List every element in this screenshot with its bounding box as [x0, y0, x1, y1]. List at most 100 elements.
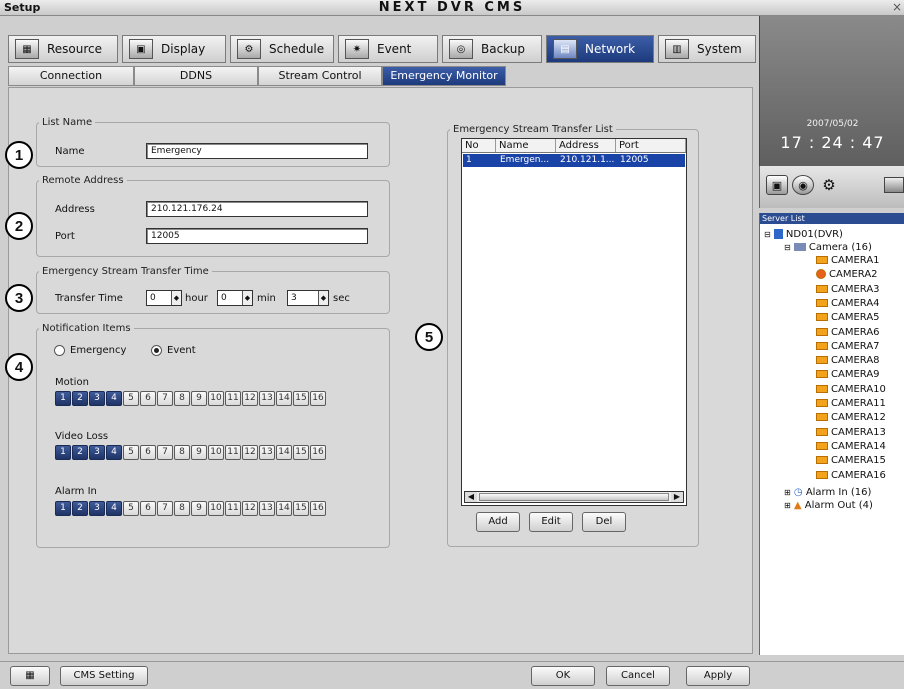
channel-button[interactable]: 11 [225, 445, 241, 460]
channel-button[interactable]: 2 [72, 391, 88, 406]
channel-button[interactable]: 3 [89, 501, 105, 516]
cancel-button[interactable]: Cancel [606, 666, 670, 686]
subtab-ddns[interactable]: DDNS [134, 66, 258, 86]
channel-button[interactable]: 9 [191, 391, 207, 406]
tree-camera-item[interactable]: CAMERA3 [816, 284, 880, 295]
transfer-list-view[interactable]: No Name Address Port 1 Emergen... 210.12… [461, 138, 687, 506]
channel-button[interactable]: 4 [106, 445, 122, 460]
channel-button[interactable]: 5 [123, 391, 139, 406]
second-stepper[interactable]: 3 ◆ [287, 290, 329, 306]
tree-camera-item[interactable]: CAMERA9 [816, 369, 880, 380]
channel-button[interactable]: 1 [55, 501, 71, 516]
channel-button[interactable]: 5 [123, 445, 139, 460]
channel-button[interactable]: 7 [157, 445, 173, 460]
tree-camera-item[interactable]: CAMERA8 [816, 355, 880, 366]
tree-camera-item[interactable]: CAMERA7 [816, 341, 880, 352]
hour-stepper[interactable]: 0 ◆ [146, 290, 182, 306]
channel-button[interactable]: 7 [157, 391, 173, 406]
channel-button[interactable]: 2 [72, 501, 88, 516]
channel-button[interactable]: 5 [123, 501, 139, 516]
col-port[interactable]: Port [616, 139, 686, 152]
channel-button[interactable]: 6 [140, 445, 156, 460]
minute-stepper[interactable]: 0 ◆ [217, 290, 253, 306]
channel-button[interactable]: 7 [157, 501, 173, 516]
channel-button[interactable]: 8 [174, 391, 190, 406]
channel-button[interactable]: 12 [242, 445, 258, 460]
channel-button[interactable]: 4 [106, 501, 122, 516]
tree-camera-item[interactable]: CAMERA13 [816, 427, 886, 438]
channel-button[interactable]: 12 [242, 501, 258, 516]
channel-button[interactable]: 6 [140, 391, 156, 406]
subtab-stream-control[interactable]: Stream Control [258, 66, 382, 86]
search-icon[interactable]: ◉ [792, 175, 814, 195]
channel-button[interactable]: 2 [72, 445, 88, 460]
stepper-arrow-icon[interactable]: ◆ [171, 291, 181, 305]
address-field[interactable]: 210.121.176.24 [146, 201, 368, 217]
scroll-right-icon[interactable]: ▶ [671, 492, 683, 502]
channel-button[interactable]: 3 [89, 391, 105, 406]
channel-button[interactable]: 10 [208, 445, 224, 460]
tree-alarm-in[interactable]: ⊞ ◷ Alarm In (16) [784, 487, 871, 498]
channel-button[interactable]: 15 [293, 391, 309, 406]
channel-button[interactable]: 15 [293, 445, 309, 460]
tree-camera-item[interactable]: CAMERA10 [816, 384, 886, 395]
channel-button[interactable]: 13 [259, 391, 275, 406]
channel-button[interactable]: 8 [174, 501, 190, 516]
close-icon[interactable]: × [892, 0, 902, 14]
edit-button[interactable]: Edit [529, 512, 573, 532]
channel-button[interactable]: 16 [310, 445, 326, 460]
channel-button[interactable]: 9 [191, 501, 207, 516]
tree-server-node[interactable]: ⊟ ND01(DVR) [764, 229, 843, 240]
radio-emergency[interactable] [54, 345, 65, 356]
channel-button[interactable]: 4 [106, 391, 122, 406]
scroll-left-icon[interactable]: ◀ [465, 492, 477, 502]
tree-camera-item[interactable]: CAMERA1 [816, 255, 880, 266]
panel-icon[interactable] [884, 177, 904, 193]
tree-camera-item[interactable]: CAMERA6 [816, 327, 880, 338]
tree-camera-group[interactable]: ⊟ Camera (16) [784, 242, 872, 253]
keyboard-icon[interactable]: ▦ [10, 666, 50, 686]
tree-camera-item[interactable]: CAMERA12 [816, 412, 886, 423]
channel-button[interactable]: 11 [225, 391, 241, 406]
channel-button[interactable]: 14 [276, 391, 292, 406]
channel-button[interactable]: 6 [140, 501, 156, 516]
channel-button[interactable]: 11 [225, 501, 241, 516]
name-field[interactable]: Emergency [146, 143, 368, 159]
settings-icon[interactable]: ⚙ [818, 175, 840, 195]
subtab-connection[interactable]: Connection [8, 66, 134, 86]
col-no[interactable]: No [462, 139, 496, 152]
monitor-icon[interactable]: ▣ [766, 175, 788, 195]
channel-button[interactable]: 10 [208, 501, 224, 516]
col-name[interactable]: Name [496, 139, 556, 152]
channel-button[interactable]: 1 [55, 445, 71, 460]
channel-button[interactable]: 16 [310, 501, 326, 516]
col-address[interactable]: Address [556, 139, 616, 152]
tree-camera-item[interactable]: CAMERA14 [816, 441, 886, 452]
tab-system[interactable]: ▥ System [658, 35, 756, 63]
channel-button[interactable]: 15 [293, 501, 309, 516]
tab-resource[interactable]: ▦ Resource [8, 35, 118, 63]
channel-button[interactable]: 3 [89, 445, 105, 460]
tree-camera-item[interactable]: CAMERA2 [816, 269, 878, 280]
channel-button[interactable]: 9 [191, 445, 207, 460]
channel-button[interactable]: 10 [208, 391, 224, 406]
tree-camera-item[interactable]: CAMERA5 [816, 312, 880, 323]
cms-setting-button[interactable]: CMS Setting [60, 666, 148, 686]
scroll-thumb[interactable] [479, 493, 669, 501]
tree-alarm-out[interactable]: ⊞ ▲ Alarm Out (4) [784, 500, 873, 511]
tree-camera-item[interactable]: CAMERA11 [816, 398, 886, 409]
channel-button[interactable]: 14 [276, 501, 292, 516]
channel-button[interactable]: 13 [259, 501, 275, 516]
tab-event[interactable]: ✷ Event [338, 35, 438, 63]
subtab-emergency-monitor[interactable]: Emergency Monitor [382, 66, 506, 86]
add-button[interactable]: Add [476, 512, 520, 532]
radio-event[interactable] [151, 345, 162, 356]
channel-button[interactable]: 13 [259, 445, 275, 460]
stepper-arrow-icon[interactable]: ◆ [242, 291, 252, 305]
tab-backup[interactable]: ◎ Backup [442, 35, 542, 63]
port-field[interactable]: 12005 [146, 228, 368, 244]
channel-button[interactable]: 16 [310, 391, 326, 406]
tree-camera-item[interactable]: CAMERA16 [816, 470, 886, 481]
tree-camera-item[interactable]: CAMERA15 [816, 455, 886, 466]
tree-camera-item[interactable]: CAMERA4 [816, 298, 880, 309]
